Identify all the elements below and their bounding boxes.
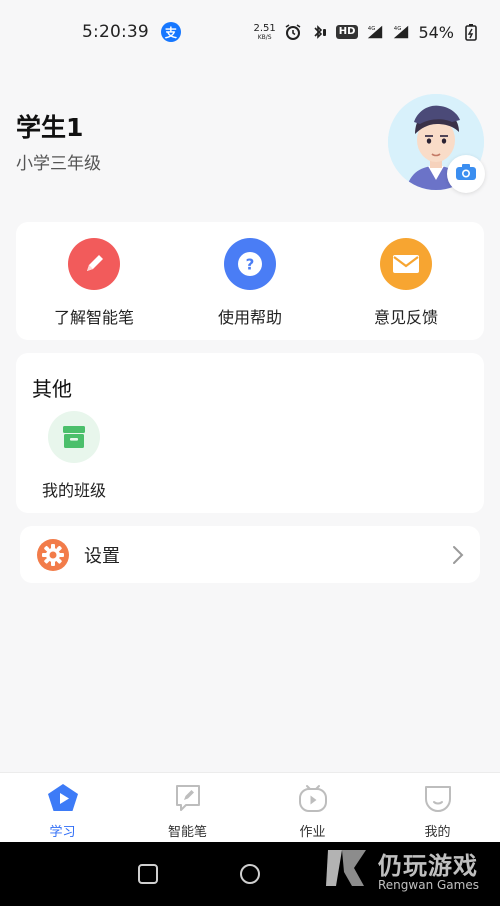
svg-text:?: ? [246,256,255,274]
vibrate-bluetooth-icon [310,23,328,41]
learn-smart-pen-label: 了解智能笔 [53,308,134,327]
other-section-title: 其他 [32,377,72,401]
battery-charging-icon [462,23,480,41]
tab-smart-pen-label: 智能笔 [167,825,207,840]
tab-mine[interactable]: 我的 [375,773,500,842]
settings-row[interactable]: 设置 [20,526,480,583]
network-speed: 2.51 KB/S [253,22,276,41]
settings-label: 设置 [84,545,120,567]
chevron-right-icon [450,544,466,566]
tab-study[interactable]: 学习 [0,773,125,842]
pencil-icon [68,238,120,290]
signal-4g-icon: 4G [366,23,384,41]
quick-actions-card: 了解智能笔 ? 使用帮助 意见反馈 [16,222,484,340]
help-label: 使用帮助 [217,308,282,327]
feedback-label: 意见反馈 [373,308,438,327]
svg-text:4G: 4G [368,26,376,32]
signal-4g-secondary-icon: 4G [392,23,410,41]
network-speed-unit: KB/S [257,33,272,41]
smile-face-icon [421,781,455,815]
alipay-notification-icon: 支 [160,22,181,42]
my-class-button[interactable]: 我的班级 [24,411,124,501]
rengwan-logo-icon [326,850,366,886]
class-box-icon [48,411,100,463]
feedback-button[interactable]: 意见反馈 [328,222,484,340]
tab-homework[interactable]: 作业 [250,773,375,842]
hd-voice-badge: HD [335,25,359,39]
watermark-cn: 仍玩游戏 [378,852,478,880]
network-speed-value: 2.51 [253,22,276,34]
tab-mine-label: 我的 [424,825,451,840]
help-icon: ? [224,238,276,290]
profile-grade: 小学三年级 [16,154,101,174]
gear-icon [36,538,70,572]
tab-homework-label: 作业 [299,825,326,840]
home-button[interactable] [240,864,260,884]
video-icon [296,781,330,815]
status-time: 5:20:39 [82,22,149,42]
svg-text:4G: 4G [394,26,402,32]
play-pentagon-icon [46,781,80,815]
screen: 5:20:39 支 2.51 KB/S HD 4G 4G 54% 学生1 小学三… [0,0,500,906]
battery-percent: 54% [418,22,454,42]
bottom-tab-bar: 学习 智能笔 作业 我的 [0,772,500,842]
alarm-icon [284,23,302,41]
recent-apps-button[interactable] [138,864,158,884]
learn-smart-pen-button[interactable]: 了解智能笔 [16,222,172,340]
help-button[interactable]: ? 使用帮助 [172,222,328,340]
camera-icon [455,163,477,185]
other-card: 其他 我的班级 [16,353,484,513]
watermark-en: Rengwan Games [378,878,479,892]
change-avatar-button[interactable] [447,155,485,193]
status-icons: 2.51 KB/S HD 4G 4G 54% [254,23,481,42]
my-class-label: 我的班级 [41,481,106,500]
status-bar: 5:20:39 支 2.51 KB/S HD 4G 4G 54% [0,0,500,64]
pen-note-icon [171,781,205,815]
tab-study-label: 学习 [49,825,76,840]
mail-icon [380,238,432,290]
profile-name: 学生1 [16,113,84,142]
tab-smart-pen[interactable]: 智能笔 [125,773,250,842]
watermark: 仍玩游戏 Rengwan Games [324,846,494,902]
